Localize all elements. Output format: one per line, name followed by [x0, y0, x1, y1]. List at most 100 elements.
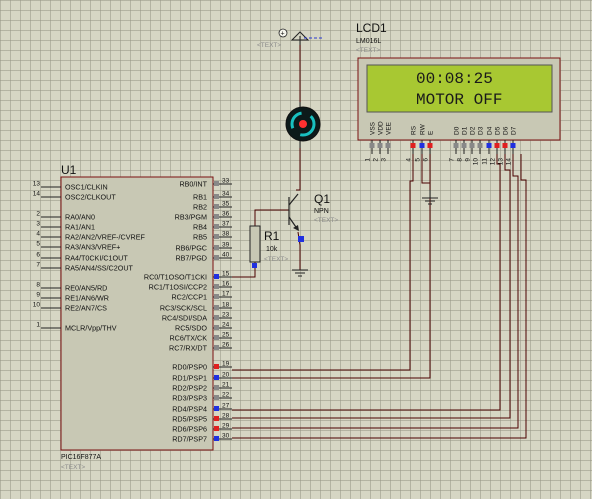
mcu-pin-left[interactable]: 1 MCLR/Vpp/THV — [36, 322, 116, 333]
mcu-pin-number: 33 — [222, 178, 230, 185]
wire-motor-collector[interactable] — [296, 148, 301, 191]
pin-state-marker — [214, 406, 219, 411]
lcd-pin-number: 2 — [373, 158, 380, 162]
transistor-designator: Q1 — [314, 192, 330, 206]
lcd-pin-name: VSS — [370, 121, 377, 135]
mcu-pin-left[interactable]: 13 OSC1/CLKIN — [33, 181, 108, 192]
mcu-pin-right[interactable]: 17 RC2/CCP1 — [171, 291, 232, 302]
mcu-pin-left[interactable]: 2 RA0/AN0 — [36, 211, 95, 222]
mcu-pin-left[interactable]: 6 RA4/T0CKI/C1OUT — [36, 252, 128, 263]
mcu-pin-number: 16 — [222, 281, 230, 288]
resistor-r1[interactable] — [249, 225, 261, 268]
transistor-text-placeholder: <TEXT> — [314, 217, 338, 224]
wire-r1-rc0[interactable] — [232, 262, 256, 278]
pin-state-marker — [214, 395, 219, 400]
mcu-pin-right[interactable]: 26 RC7/RX/DT — [169, 342, 232, 353]
mcu-pin-number: 36 — [222, 211, 230, 218]
mcu-pin-right[interactable]: 15 RC0/T1OSO/T1CKI — [144, 271, 232, 282]
wire-d7[interactable] — [232, 154, 527, 439]
pin-state-marker — [461, 143, 467, 148]
pin-state-marker — [214, 375, 219, 380]
mcu-pin-label: RC3/SCK/SCL — [160, 304, 207, 313]
mcu-pin-label: RA1/AN1 — [65, 223, 95, 232]
power-terminal[interactable]: + <TEXT> — [257, 28, 322, 49]
pin-state-marker — [214, 274, 219, 279]
mcu-pin-left[interactable]: 7 RA5/AN4/SS/C2OUT — [36, 262, 133, 273]
mcu-pin-number: 17 — [222, 291, 230, 298]
mcu-pin-label: RD3/PSP3 — [172, 394, 207, 403]
pin-state-marker — [214, 305, 219, 310]
mcu-pin-label: RE1/AN6/WR — [65, 294, 109, 303]
lcd-text-placeholder: <TEXT> — [356, 47, 380, 54]
wire-e[interactable] — [232, 154, 431, 379]
mcu-pin-right[interactable]: 30 RD7/PSP7 — [172, 433, 232, 444]
lcd-line-1: 00:08:25 — [416, 70, 493, 88]
mcu-pin-label: RD6/PSP6 — [172, 425, 207, 434]
mcu-pin-label: RC5/SDO — [175, 324, 207, 333]
transistor-q1[interactable] — [288, 193, 304, 242]
mcu-pin-number: 30 — [222, 433, 230, 440]
mcu-pin-number: 15 — [222, 271, 230, 278]
mcu-pin-left[interactable]: 9 RE1/AN6/WR — [36, 292, 109, 303]
pin-state-marker — [510, 143, 516, 148]
mcu-pin-number: 24 — [222, 322, 230, 329]
mcu-pin-number: 27 — [222, 403, 230, 410]
pin-state-marker — [494, 143, 500, 148]
mcu-pin-number: 13 — [33, 181, 41, 188]
mcu-pin-label: RD5/PSP5 — [172, 415, 207, 424]
mcu-pin-left[interactable]: 5 RA3/AN3/VREF+ — [36, 241, 120, 252]
lcd-pin-number: 13 — [498, 158, 505, 166]
mcu-pin-number: 35 — [222, 201, 230, 208]
mcu-pin-label: RA3/AN3/VREF+ — [65, 243, 120, 252]
mcu-pin-right[interactable]: 19 RD0/PSP0 — [172, 361, 232, 372]
ground-symbol-transistor — [292, 269, 308, 277]
wire-base-r1[interactable] — [254, 209, 289, 226]
mcu-pin-label: MCLR/Vpp/THV — [65, 324, 117, 333]
wire-d6[interactable] — [232, 154, 519, 429]
mcu-pin-label: OSC1/CLKIN — [65, 183, 108, 192]
mcu-pin-number: 37 — [222, 221, 230, 228]
mcu-pin-number: 20 — [222, 372, 230, 379]
lcd-pin-name: D0 — [454, 126, 461, 135]
mcu-pin-left[interactable]: 4 RA2/AN2/VREF-/CVREF — [36, 231, 145, 242]
mcu-pin-label: RC6/TX/CK — [169, 334, 207, 343]
lcd-pin-number: 10 — [473, 158, 480, 166]
mcu-pin-right[interactable]: 33 RB0/INT — [179, 178, 232, 189]
pin-state-marker — [214, 315, 219, 320]
mcu-pin-right[interactable]: 16 RC1/T1OSI/CCP2 — [149, 281, 232, 292]
mcu-pin-right[interactable]: 22 RD3/PSP3 — [172, 392, 232, 403]
mcu-pin-left[interactable]: 10 RE2/AN7/CS — [33, 302, 107, 313]
resistor-value: 10k — [266, 246, 278, 253]
mcu-pin-number: 5 — [36, 241, 40, 248]
lcd-pin-number: 12 — [490, 158, 497, 166]
lcd-pin-number: 4 — [406, 158, 413, 162]
mcu-pin-left[interactable]: 14 OSC2/CLKOUT — [33, 191, 117, 202]
svg-text:+: + — [281, 31, 285, 38]
mcu-pin-number: 22 — [222, 392, 230, 399]
wire-d4[interactable] — [232, 154, 501, 411]
pin-state-marker — [214, 234, 219, 239]
pin-state-marker — [214, 255, 219, 260]
lcd-designator: LCD1 — [356, 21, 387, 35]
mcu-pin-left[interactable]: 8 RE0/AN5/RD — [36, 282, 107, 293]
mcu-pin-label: RB2 — [193, 203, 207, 212]
mcu-pin-number: 4 — [36, 231, 40, 238]
dc-motor[interactable] — [285, 102, 321, 148]
mcu-pin-label: RE2/AN7/CS — [65, 304, 107, 313]
mcu-pin-label: RA2/AN2/VREF-/CVREF — [65, 233, 145, 242]
mcu-pin-label: RB4 — [193, 223, 207, 232]
schematic-canvas[interactable]: + <TEXT> Q1 NPN <TEXT> R1 10k <TEXT> 00:… — [0, 0, 592, 499]
mcu-pin-number: 23 — [222, 312, 230, 319]
pin-state-marker — [419, 143, 425, 148]
mcu-pin-left[interactable]: 3 RA1/AN1 — [36, 221, 95, 232]
mcu-pin-number: 10 — [33, 302, 41, 309]
mcu-pin-right[interactable]: 40 RB7/PGD — [175, 252, 232, 263]
lcd-pin-number: 9 — [465, 158, 472, 162]
mcu-pin-number: 8 — [36, 282, 40, 289]
mcu-part: PIC16F877A — [61, 454, 101, 461]
mcu-pin-number: 29 — [222, 423, 230, 430]
lcd-pin-number: 8 — [457, 158, 464, 162]
lcd-pin-name: D1 — [462, 126, 469, 135]
lcd-pin-number: 14 — [506, 158, 513, 166]
pin-state-marker — [469, 143, 475, 148]
